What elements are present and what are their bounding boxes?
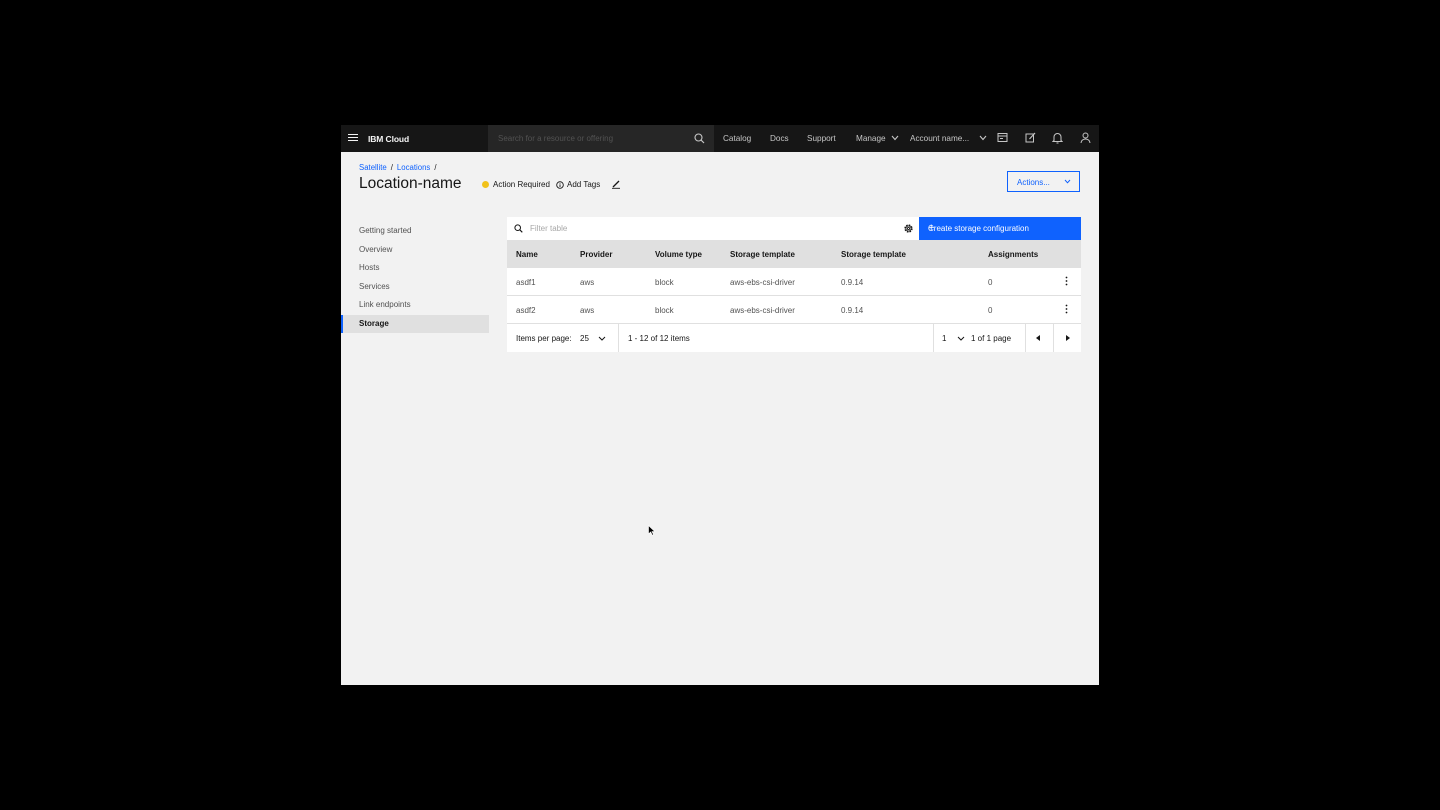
chevron-down-icon [891, 135, 899, 141]
user-avatar-icon[interactable] [1080, 132, 1091, 144]
caret-right-icon[interactable] [1065, 335, 1070, 341]
page-of-text: 1 of 1 page [971, 334, 1012, 343]
actions-dropdown[interactable]: Actions... [1007, 171, 1080, 192]
notification-bell-icon[interactable] [1052, 132, 1063, 144]
table-header: Name Provider Volume type Storage templa… [507, 240, 1081, 268]
divider [1025, 324, 1026, 352]
search-icon [514, 224, 523, 233]
top-header: IBM Cloud Search for a resource or offer… [341, 125, 1099, 152]
cell-assignments: 0 [988, 306, 993, 315]
add-tags-button[interactable]: Add Tags [556, 180, 600, 189]
caret-left-icon[interactable] [1036, 335, 1041, 341]
column-header-provider[interactable]: Provider [580, 250, 612, 259]
items-per-page-label: Items per page: [516, 334, 572, 343]
pencil-edit-icon[interactable] [611, 179, 621, 189]
column-header-volume-type[interactable]: Volume type [655, 250, 702, 259]
cell-provider: aws [580, 278, 595, 287]
gear-icon[interactable] [903, 223, 914, 234]
column-header-storage-template[interactable]: Storage template [730, 250, 795, 259]
breadcrumb-locations[interactable]: Locations [397, 163, 430, 172]
cell-provider: aws [580, 306, 595, 315]
mouse-cursor-icon [648, 525, 656, 536]
divider [1053, 324, 1054, 352]
edit-icon[interactable] [1025, 132, 1036, 143]
sidebar-item-link-endpoints[interactable]: Link endpoints [341, 296, 489, 315]
table-row[interactable]: asdf1 aws block aws-ebs-csi-driver 0.9.1… [507, 268, 1081, 296]
cell-template-version: 0.9.14 [841, 306, 864, 315]
nav-account[interactable]: Account name... [910, 134, 969, 143]
chevron-down-icon [979, 135, 987, 141]
page-select[interactable]: 1 [942, 334, 946, 343]
sidebar-item-services[interactable]: Services [341, 278, 489, 297]
search-placeholder: Search for a resource or offering [498, 134, 614, 143]
column-header-name[interactable]: Name [516, 250, 538, 259]
create-storage-configuration-button[interactable]: Create storage configuration + [919, 217, 1081, 240]
chevron-down-icon [598, 336, 606, 341]
filter-table-input[interactable]: Filter table [530, 224, 567, 233]
location-side-nav: Getting started Overview Hosts Services … [341, 222, 489, 333]
actions-label: Actions... [1017, 178, 1050, 187]
cell-template-version: 0.9.14 [841, 278, 864, 287]
sidebar-item-getting-started[interactable]: Getting started [341, 222, 489, 241]
nav-support[interactable]: Support [807, 134, 836, 143]
table-toolbar: Filter table Create storage configuratio… [507, 217, 1081, 240]
table-row[interactable]: asdf2 aws block aws-ebs-csi-driver 0.9.1… [507, 296, 1081, 324]
status-badge: Action Required [482, 180, 550, 189]
cell-volume-type: block [655, 278, 674, 287]
breadcrumb: Satellite / Locations / [359, 163, 437, 172]
overflow-menu-icon[interactable] [1065, 304, 1068, 314]
info-icon [556, 180, 564, 189]
brand-name[interactable]: IBM Cloud [368, 134, 409, 144]
cell-volume-type: block [655, 306, 674, 315]
cell-name: asdf2 [516, 306, 536, 315]
pagination-bar: Items per page: 25 1 - 12 of 12 items 1 … [507, 324, 1081, 352]
cost-estimator-icon[interactable] [997, 132, 1008, 143]
breadcrumb-satellite[interactable]: Satellite [359, 163, 387, 172]
item-range-text: 1 - 12 of 12 items [628, 334, 690, 343]
plus-icon: + [928, 222, 935, 234]
add-tags-label: Add Tags [567, 180, 601, 189]
overflow-menu-icon[interactable] [1065, 276, 1068, 286]
column-header-assignments[interactable]: Assignments [988, 250, 1038, 259]
divider [618, 324, 619, 352]
cell-storage-template: aws-ebs-csi-driver [730, 278, 795, 287]
nav-docs[interactable]: Docs [770, 134, 789, 143]
warning-dot-icon [482, 181, 489, 188]
column-header-storage-template-version[interactable]: Storage template [841, 250, 906, 259]
nav-manage[interactable]: Manage [856, 134, 886, 143]
global-search-input[interactable]: Search for a resource or offering [488, 125, 714, 152]
storage-table: Filter table Create storage configuratio… [507, 217, 1081, 352]
status-label: Action Required [493, 180, 550, 189]
hamburger-menu-icon[interactable] [348, 134, 358, 142]
chevron-down-icon [957, 336, 965, 341]
search-icon[interactable] [694, 133, 705, 144]
sidebar-item-overview[interactable]: Overview [341, 241, 489, 260]
divider [933, 324, 934, 352]
cell-assignments: 0 [988, 278, 993, 287]
chevron-down-icon [1064, 179, 1071, 184]
nav-catalog[interactable]: Catalog [723, 134, 751, 143]
cell-name: asdf1 [516, 278, 536, 287]
cell-storage-template: aws-ebs-csi-driver [730, 306, 795, 315]
items-per-page-select[interactable]: 25 [580, 334, 589, 343]
app-window: IBM Cloud Search for a resource or offer… [341, 125, 1099, 685]
sidebar-item-hosts[interactable]: Hosts [341, 259, 489, 278]
sidebar-item-storage[interactable]: Storage [341, 314, 489, 333]
page-title: Location-name [359, 175, 462, 192]
